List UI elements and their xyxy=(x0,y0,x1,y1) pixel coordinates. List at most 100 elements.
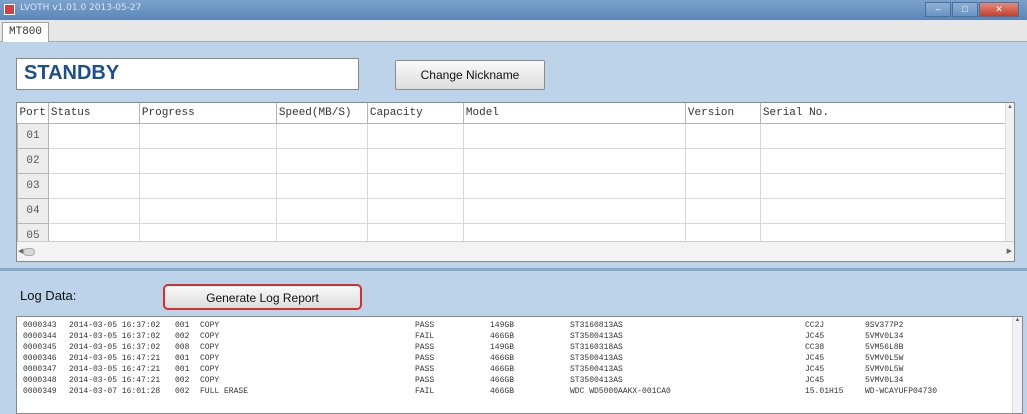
status-label: STANDBY xyxy=(24,62,120,84)
log-model: ST3500413AS xyxy=(570,365,623,374)
log-op: COPY xyxy=(200,365,220,374)
log-datetime: 2014-03-07 16:01:28 xyxy=(69,387,161,396)
log-model: ST3500413AS xyxy=(570,376,623,385)
log-id: 0000344 xyxy=(23,332,57,341)
log-data-label: Log Data: xyxy=(20,288,77,303)
col-header-speed[interactable]: Speed(MB/S) xyxy=(276,103,368,124)
close-icon[interactable]: ✕ xyxy=(979,2,1019,17)
ports-header-row: Port Status Progress Speed(MB/S) Capacit… xyxy=(17,103,1007,124)
log-capacity: 466GB xyxy=(490,387,515,396)
log-port: 002 xyxy=(175,332,190,341)
log-op: COPY xyxy=(200,354,220,363)
app-icon xyxy=(4,4,15,15)
scroll-up-icon[interactable]: ▲ xyxy=(1006,103,1014,111)
log-id: 0000348 xyxy=(23,376,57,385)
log-id: 0000345 xyxy=(23,343,57,352)
table-row[interactable]: 03 xyxy=(17,173,1007,199)
log-capacity: 466GB xyxy=(490,332,515,341)
table-row[interactable]: 01 xyxy=(17,123,1007,149)
col-header-serial[interactable]: Serial No. xyxy=(760,103,1007,124)
log-list[interactable]: 0000343 2014-03-05 16:37:02 001 COPY PASS 149… xyxy=(16,316,1023,414)
log-port: 001 xyxy=(175,321,190,330)
log-capacity: 466GB xyxy=(490,376,515,385)
window-controls: – □ ✕ xyxy=(925,2,1019,17)
log-result: PASS xyxy=(415,376,435,385)
log-op: COPY xyxy=(200,376,220,385)
nickname-field[interactable]: STANDBY xyxy=(16,58,359,90)
log-datetime: 2014-03-05 16:47:21 xyxy=(69,376,161,385)
log-version: JC45 xyxy=(805,376,825,385)
generate-log-report-button[interactable]: Generate Log Report xyxy=(163,284,362,310)
log-version: JC45 xyxy=(805,332,825,341)
log-version: 15.01H15 xyxy=(805,387,844,396)
log-capacity: 466GB xyxy=(490,354,515,363)
log-entry[interactable]: 0000348 2014-03-05 16:47:21 002 COPY PASS 466… xyxy=(17,375,1022,386)
log-datetime: 2014-03-05 16:37:02 xyxy=(69,343,161,352)
log-port: 002 xyxy=(175,387,190,396)
log-serial: 9SV377P2 xyxy=(865,321,904,330)
port-cell[interactable]: 04 xyxy=(17,198,49,224)
window-title: LVOTH v1.01.0 2013-05-27 xyxy=(20,3,142,13)
ports-vertical-scrollbar[interactable]: ▲ xyxy=(1005,103,1014,241)
log-port: 008 xyxy=(175,343,190,352)
log-id: 0000343 xyxy=(23,321,57,330)
log-model: ST3500413AS xyxy=(570,354,623,363)
scroll-right-icon[interactable]: ▶ xyxy=(1007,247,1012,255)
tab-strip: MT800 xyxy=(0,20,1027,42)
log-serial: 5VMV0L34 xyxy=(865,332,904,341)
log-port: 002 xyxy=(175,376,190,385)
log-vertical-scrollbar[interactable]: ▲ xyxy=(1012,317,1022,413)
log-model: ST3500413AS xyxy=(570,332,623,341)
log-port: 001 xyxy=(175,354,190,363)
port-cell[interactable]: 02 xyxy=(17,148,49,174)
log-id: 0000346 xyxy=(23,354,57,363)
title-bar: LVOTH v1.01.0 2013-05-27 – □ ✕ xyxy=(0,0,1027,20)
log-entry[interactable]: 0000343 2014-03-05 16:37:02 001 COPY PASS 149… xyxy=(17,320,1022,331)
log-entry[interactable]: 0000349 2014-03-07 16:01:28 002 FULL ERASE F… xyxy=(17,386,1022,397)
device-panel: STANDBY Change Nickname Port Status Prog… xyxy=(4,46,1023,264)
col-header-capacity[interactable]: Capacity xyxy=(367,103,464,124)
log-lines: 0000343 2014-03-05 16:37:02 001 COPY PASS 149… xyxy=(17,317,1022,397)
log-op: COPY xyxy=(200,343,220,352)
log-serial: 5VM56L8B xyxy=(865,343,904,352)
log-result: FAIL xyxy=(415,332,435,341)
log-datetime: 2014-03-05 16:47:21 xyxy=(69,365,161,374)
col-header-port[interactable]: Port xyxy=(17,103,49,124)
table-row[interactable]: 04 xyxy=(17,198,1007,224)
log-serial: 5VMV0L34 xyxy=(865,376,904,385)
maximize-icon[interactable]: □ xyxy=(952,2,978,17)
ports-horizontal-scrollbar[interactable]: ◀ ▶ xyxy=(17,241,1014,261)
log-id: 0000347 xyxy=(23,365,57,374)
log-id: 0000349 xyxy=(23,387,57,396)
col-header-progress[interactable]: Progress xyxy=(139,103,277,124)
log-port: 001 xyxy=(175,365,190,374)
log-datetime: 2014-03-05 16:47:21 xyxy=(69,354,161,363)
log-serial: 5VMV0L5W xyxy=(865,365,904,374)
log-model: WDC WD5000AAKX-001CA0 xyxy=(570,387,671,396)
log-model: ST3160813AS xyxy=(570,321,623,330)
port-cell[interactable]: 01 xyxy=(17,123,49,149)
log-result: PASS xyxy=(415,321,435,330)
tab-mt800[interactable]: MT800 xyxy=(2,22,50,42)
log-op: FULL ERASE xyxy=(200,387,249,396)
log-entry[interactable]: 0000347 2014-03-05 16:47:21 001 COPY PASS 466… xyxy=(17,364,1022,375)
log-entry[interactable]: 0000345 2014-03-05 16:37:02 008 COPY PASS 149… xyxy=(17,342,1022,353)
log-datetime: 2014-03-05 16:37:02 xyxy=(69,321,161,330)
ports-grid: Port Status Progress Speed(MB/S) Capacit… xyxy=(16,102,1015,262)
log-result: PASS xyxy=(415,365,435,374)
change-nickname-button[interactable]: Change Nickname xyxy=(395,60,545,90)
scroll-thumb[interactable] xyxy=(23,248,35,256)
port-cell[interactable]: 03 xyxy=(17,173,49,199)
table-row[interactable]: 02 xyxy=(17,148,1007,174)
col-header-model[interactable]: Model xyxy=(463,103,686,124)
panel-divider xyxy=(0,268,1027,271)
log-version: JC45 xyxy=(805,365,825,374)
minimize-icon[interactable]: – xyxy=(925,2,951,17)
col-header-version[interactable]: Version xyxy=(685,103,761,124)
log-entry[interactable]: 0000344 2014-03-05 16:37:02 002 COPY FAIL 466… xyxy=(17,331,1022,342)
col-header-status[interactable]: Status xyxy=(48,103,140,124)
log-serial: WD-WCAYUFP04730 xyxy=(865,387,938,396)
ports-table: Port Status Progress Speed(MB/S) Capacit… xyxy=(17,103,1007,249)
scroll-up-icon[interactable]: ▲ xyxy=(1013,317,1022,323)
log-entry[interactable]: 0000346 2014-03-05 16:47:21 001 COPY PASS 466… xyxy=(17,353,1022,364)
